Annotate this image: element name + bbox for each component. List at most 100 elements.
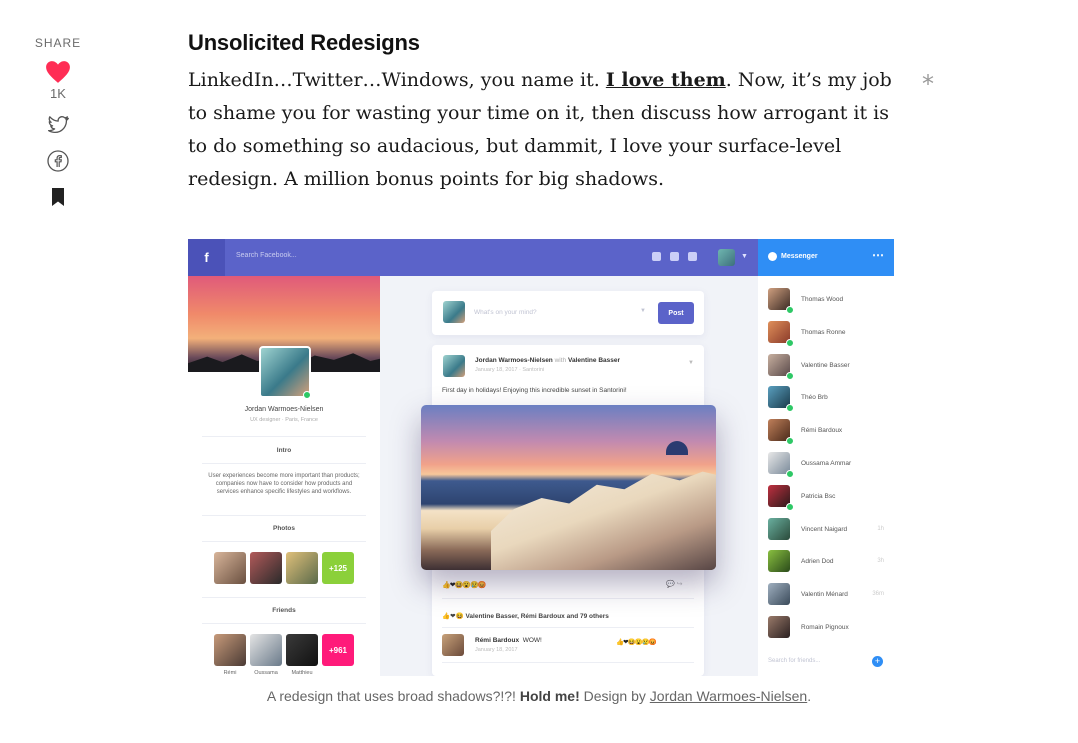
post-reactions: 👍❤😆😮😢😡 (442, 582, 486, 589)
online-status-dot (786, 470, 794, 478)
facebook-redesign-image: f Search Facebook... ▼ Jordan Warmoes-Ni… (188, 239, 894, 676)
article-paragraph: LinkedIn…Twitter…Windows, you name it. I… (188, 64, 900, 196)
contact-row: Oussama Ammar (758, 450, 894, 478)
caption-bold: Hold me! (519, 688, 580, 704)
online-status-dot (303, 391, 311, 399)
reacted-by-text: Valentine Basser, Rémi Bardoux and 79 ot… (465, 613, 609, 620)
more-icon: ⋯ (872, 248, 885, 262)
contact-name: Adrien Dod (801, 558, 834, 566)
contact-name: Thomas Ronne (801, 328, 846, 336)
caption-text-start: A redesign that uses broad shadows?!?! (266, 688, 520, 704)
contact-row: Valentine Basser (758, 352, 894, 380)
footnote-marker[interactable]: * (922, 70, 934, 98)
contact-row: Patricia Bsc (758, 483, 894, 511)
paragraph-text-start: LinkedIn…Twitter…Windows, you name it. (188, 69, 606, 91)
friends-icon (670, 252, 679, 261)
post-author: Jordan Warmoes-Nielsen (475, 357, 553, 364)
twitter-icon[interactable] (46, 113, 70, 137)
comment-text: WOW! (522, 637, 542, 644)
composer-avatar (443, 301, 465, 323)
heart-icon[interactable] (45, 60, 71, 84)
comment-line: Rémi Bardoux WOW! (475, 637, 542, 644)
contact-avatar (768, 616, 790, 638)
online-status-dot (786, 306, 794, 314)
facebook-logo: f (188, 239, 225, 276)
photos-title: Photos (272, 525, 296, 532)
add-icon: + (872, 656, 883, 667)
chevron-down-icon: ▼ (741, 253, 748, 260)
online-status-dot (786, 371, 794, 380)
friend-thumb (286, 634, 318, 666)
reacted-by: 👍❤😆 Valentine Basser, Rémi Bardoux and 7… (442, 612, 609, 620)
post-tagged: Valentine Basser (567, 357, 620, 364)
contact-avatar (768, 583, 790, 606)
profile-name: Jordan Warmoes-Nielsen (244, 406, 324, 413)
contact-row: Romain Pignoux (758, 614, 894, 642)
reacted-by-icons: 👍❤😆 (442, 613, 466, 620)
more-photos-badge: +125 (322, 552, 354, 584)
messenger-sidebar: Messenger ⋯ Thomas Wood Thomas Ronne Valen… (758, 239, 894, 676)
fb-topbar: f Search Facebook... ▼ (188, 239, 758, 276)
online-status-dot (786, 338, 794, 347)
more-friends-badge: +961 (322, 634, 354, 666)
contact-row: Thomas Wood (758, 286, 894, 314)
contact-time: 3h (877, 558, 884, 565)
friend-thumb (250, 634, 282, 666)
comment-avatar (442, 634, 464, 656)
friend-thumb (214, 634, 246, 666)
intro-title: Intro (276, 447, 292, 454)
contact-row: Rémi Bardoux (758, 417, 894, 446)
post-composer: What's on your mind? ▼ Post (432, 291, 704, 335)
friend-name: Oussama (254, 670, 278, 676)
bell-icon (688, 252, 697, 261)
comment-author: Rémi Bardoux (475, 637, 520, 644)
contact-name: Romain Pignoux (801, 624, 849, 631)
profile-picture (259, 346, 311, 398)
messenger-icon (768, 252, 777, 261)
contact-time: 1h (877, 525, 884, 532)
comment-reactions: 👍❤😆😮😢😡 (616, 639, 657, 646)
post-date: January 18, 2017 · Santorini (475, 367, 545, 373)
contact-name: Patricia Bsc (801, 492, 836, 500)
friend-name: Rémi (223, 670, 237, 676)
messenger-title: Messenger (781, 253, 818, 260)
profile-subtitle: UX designer · Paris, France (250, 417, 318, 423)
messenger-search-placeholder: Search for friends... (768, 658, 821, 664)
online-status-dot (786, 404, 794, 413)
contact-time: 36m (872, 591, 884, 598)
contact-name: Valentine Basser (801, 361, 850, 369)
contact-row: Vincent Naigard 1h (758, 516, 894, 544)
contact-row: Valentin Ménard 36m (758, 581, 894, 609)
comment-share-icons: 💬 ↪ (666, 581, 683, 588)
facebook-icon[interactable] (46, 149, 70, 173)
composer-placeholder: What's on your mind? (474, 309, 537, 316)
online-status-dot (786, 437, 794, 446)
fb-user-avatar (718, 249, 735, 266)
contact-name: Rémi Bardoux (801, 427, 843, 435)
post-author-avatar (443, 355, 465, 377)
contact-avatar (768, 517, 790, 540)
contact-row: Adrien Dod 3h (758, 548, 894, 576)
post-text: First day in holidays! Enjoying this inc… (442, 387, 627, 394)
i-love-them-link[interactable]: I love them (606, 69, 726, 91)
comment-date: January 18, 2017 (475, 647, 518, 653)
share-rail: SHARE 1K (30, 36, 86, 209)
messenger-header: Messenger ⋯ (758, 239, 894, 276)
chevron-down-icon: ▼ (640, 308, 646, 314)
post-with-word: with (554, 357, 567, 364)
contact-name: Thomas Wood (801, 296, 844, 303)
fb-search-placeholder: Search Facebook... (236, 252, 297, 259)
contact-name: Valentin Ménard (801, 591, 848, 599)
santorini-photo (421, 405, 716, 570)
contact-avatar (768, 550, 790, 573)
post-button: Post (658, 302, 694, 324)
contact-name: Théo Brb (801, 394, 828, 402)
intro-text: User experiences become more important t… (208, 473, 360, 495)
contact-name: Vincent Naigard (801, 525, 848, 533)
photo-thumb (250, 552, 282, 584)
bookmark-icon[interactable] (46, 185, 70, 209)
friends-title: Friends (272, 607, 296, 614)
caption-text-middle: Design by (579, 688, 650, 704)
article-headline: Unsolicited Redesigns (188, 30, 420, 55)
designer-link[interactable]: Jordan Warmoes-Nielsen (650, 688, 807, 704)
